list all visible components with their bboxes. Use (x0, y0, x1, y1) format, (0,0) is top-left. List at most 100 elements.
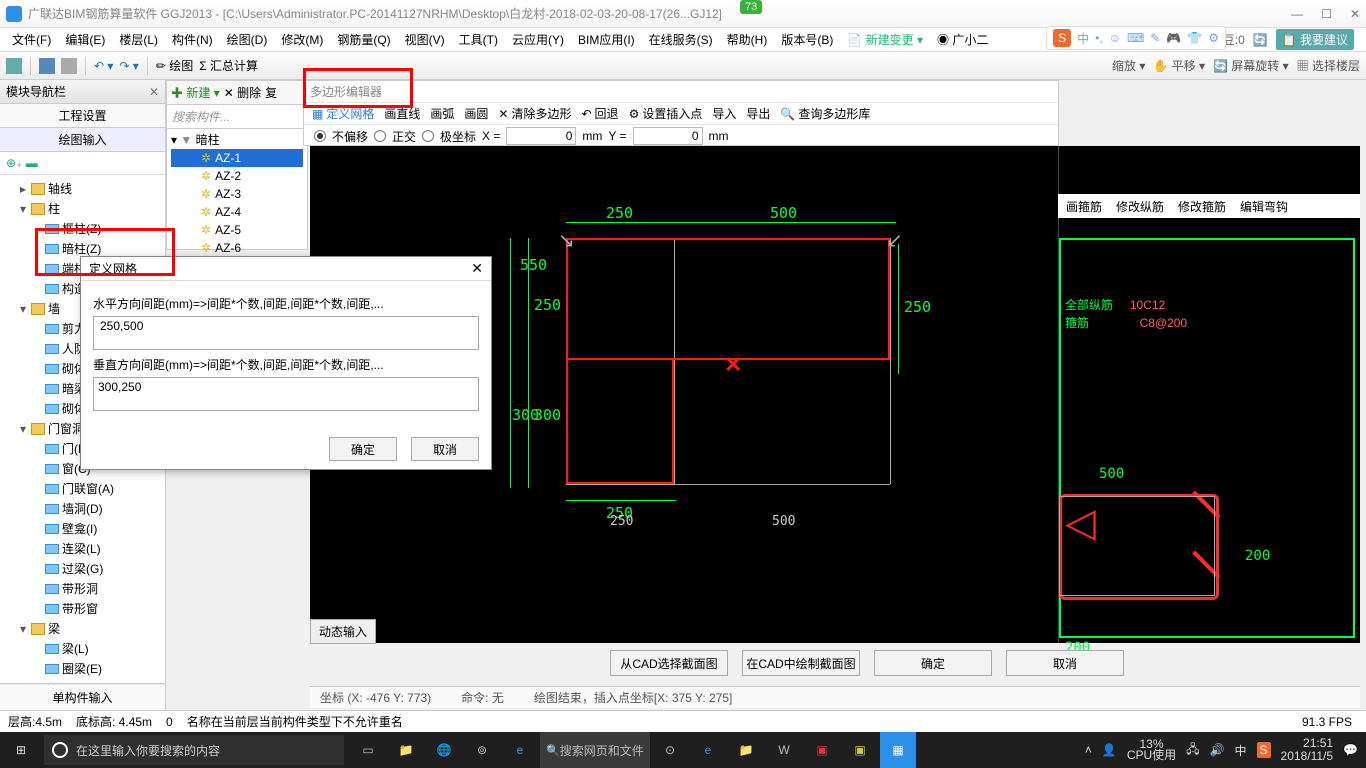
select-floor-button[interactable]: ▦ 选择楼层 (1297, 57, 1360, 74)
menu-version[interactable]: 版本号(B) (775, 29, 839, 50)
draw-circle-button[interactable]: 画圆 (464, 105, 488, 122)
comp-item[interactable]: ✲ AZ-6 (171, 239, 303, 257)
menu-modify[interactable]: 修改(M) (275, 29, 329, 50)
comp-new-button[interactable]: ✚ 新建 ▾ (171, 84, 220, 101)
section-preview[interactable]: 全部纵筋 10C12 箍筋 C8@200 500 200 200 ◁ (1058, 146, 1360, 643)
menu-comp[interactable]: 构件(N) (166, 29, 219, 50)
menu-floor[interactable]: 楼层(L) (113, 29, 164, 50)
suggest-button[interactable]: 📋 我要建议 (1276, 29, 1354, 50)
rotate-button[interactable]: 🔄 屏幕旋转 ▾ (1213, 57, 1289, 74)
menu-online[interactable]: 在线服务(S) (643, 29, 719, 50)
redo-button[interactable]: ↷ ▾ (119, 59, 138, 73)
app-8[interactable]: W (766, 732, 802, 768)
tray-people-icon[interactable]: 👤 (1102, 743, 1117, 757)
app-7[interactable]: 📁 (728, 732, 764, 768)
ok-button[interactable]: 确定 (874, 650, 992, 676)
set-insert-button[interactable]: ⚙ 设置插入点 (629, 105, 703, 122)
cpu-meter[interactable]: 13%CPU使用 (1127, 739, 1176, 761)
tree-item[interactable]: 框柱(Z) (4, 219, 161, 239)
comp-item[interactable]: ✲ AZ-2 (171, 167, 303, 185)
component-tree[interactable]: ▾ ▼ 暗柱✲ AZ-1✲ AZ-2✲ AZ-3✲ AZ-4✲ AZ-5✲ AZ… (167, 129, 307, 259)
tb-icon-save[interactable] (39, 58, 55, 74)
v-spacing-input[interactable]: 300,250 (93, 377, 479, 411)
x-input[interactable] (506, 127, 576, 145)
offset-radio-3[interactable] (422, 130, 434, 142)
menu-edit[interactable]: 编辑(E) (59, 29, 111, 50)
dialog-ok-button[interactable]: 确定 (329, 437, 397, 461)
ime-i0[interactable]: 中 (1077, 30, 1089, 47)
clear-poly-button[interactable]: ✕ 清除多边形 (498, 105, 571, 122)
new-change-button[interactable]: 📄 新建变更 ▾ (841, 29, 929, 50)
tree-item[interactable]: 墙洞(D) (4, 499, 161, 519)
rtab-3[interactable]: 修改箍筋 (1178, 198, 1226, 215)
ime-i7[interactable]: ⚙ (1208, 31, 1219, 45)
start-button[interactable]: ⊞ (0, 732, 42, 768)
undo-button[interactable]: ↶ ▾ (94, 59, 113, 73)
h-spacing-input[interactable]: 250,500 (93, 316, 479, 350)
tray-lang[interactable]: 中 (1235, 742, 1247, 759)
nav-close-icon[interactable]: ✕ (149, 85, 159, 99)
poly-tab[interactable]: 多边形编辑器 (310, 83, 382, 100)
comp-item[interactable]: ✲ AZ-4 (171, 203, 303, 221)
taskbar[interactable]: ⊞ 在这里输入你要搜索的内容 ▭ 📁 🌐 ⊚ e 🔍 搜索网页和文件 ⊙ e 📁… (0, 732, 1366, 768)
app-4[interactable]: e (502, 732, 538, 768)
zoom-button[interactable]: 缩放 ▾ (1112, 57, 1145, 74)
menu-cloud[interactable]: 云应用(Y) (506, 29, 570, 50)
define-grid-button[interactable]: ▦ 定义网格 (312, 105, 374, 122)
app-9[interactable]: ▣ (804, 732, 840, 768)
tree-item[interactable]: 带形窗 (4, 599, 161, 619)
app-1[interactable]: 📁 (388, 732, 424, 768)
ime-i3[interactable]: ⌨ (1127, 31, 1144, 45)
dialog-cancel-button[interactable]: 取消 (411, 437, 479, 461)
tb-icon-1[interactable] (6, 58, 22, 74)
tree-item[interactable]: 壁龛(I) (4, 519, 161, 539)
cad-draw-button[interactable]: 在CAD中绘制截面图 (742, 650, 860, 676)
offset-radio-1[interactable] (314, 130, 326, 142)
ime-i1[interactable]: •, (1095, 31, 1103, 45)
tray-up-icon[interactable]: ˄ (1085, 743, 1092, 757)
comp-search-input[interactable]: 搜索构件... (167, 105, 307, 129)
menu-draw[interactable]: 绘图(D) (221, 29, 274, 50)
ime-i5[interactable]: 🎮 (1166, 31, 1181, 45)
nav-tool-icon[interactable]: ⊕₊ (6, 156, 22, 170)
app-3[interactable]: ⊚ (464, 732, 500, 768)
ime-i4[interactable]: ✎ (1150, 31, 1160, 45)
tree-item[interactable]: ▾ 柱 (4, 199, 161, 219)
cad-select-button[interactable]: 从CAD选择截面图 (610, 650, 728, 676)
menu-file[interactable]: 文件(F) (6, 29, 57, 50)
tree-item[interactable]: 门联窗(A) (4, 479, 161, 499)
app-11[interactable]: ▦ (880, 732, 916, 768)
app-5[interactable]: ⊙ (652, 732, 688, 768)
nav-tab-1[interactable]: 工程设置 (0, 104, 165, 128)
sum-button[interactable]: Σ 汇总计算 (199, 57, 258, 74)
draw-arc-button[interactable]: 画弧 (430, 105, 454, 122)
comp-delete-button[interactable]: ✕ 删除 (224, 84, 261, 101)
close-button[interactable]: ✕ (1350, 7, 1360, 21)
tree-item[interactable]: 带形洞 (4, 579, 161, 599)
tree-item[interactable]: 连梁(L) (4, 539, 161, 559)
dynamic-input-button[interactable]: 动态输入 (310, 619, 376, 644)
draw-line-button[interactable]: 画直线 (384, 105, 420, 122)
tree-item[interactable]: 过梁(G) (4, 559, 161, 579)
offset-radio-2[interactable] (374, 130, 386, 142)
rtab-1[interactable]: 画箍筋 (1066, 198, 1102, 215)
menu-bim[interactable]: BIM应用(I) (572, 29, 641, 50)
draw-mode-button[interactable]: ✏ 绘图 (156, 57, 193, 74)
ime-i2[interactable]: ☺ (1109, 31, 1121, 45)
tb-icon-print[interactable] (61, 58, 77, 74)
app-10[interactable]: ▣ (842, 732, 878, 768)
tray-clock[interactable]: 21:512018/11/5 (1281, 737, 1334, 763)
maximize-button[interactable]: ☐ (1321, 7, 1332, 21)
cancel-button[interactable]: 取消 (1006, 650, 1124, 676)
tray-notif-icon[interactable]: 💬 (1343, 743, 1358, 757)
tree-item[interactable]: 梁(L) (4, 639, 161, 659)
nav-bottom-1[interactable]: 单构件输入 (0, 684, 165, 710)
rtab-2[interactable]: 修改纵筋 (1116, 198, 1164, 215)
rtab-4[interactable]: 编辑弯钩 (1240, 198, 1288, 215)
ime-i6[interactable]: 👕 (1187, 31, 1202, 45)
tray-vol-icon[interactable]: 🔊 (1210, 743, 1225, 757)
tray-net-icon[interactable]: 🖧 (1186, 740, 1199, 761)
tree-item[interactable]: ▾ 梁 (4, 619, 161, 639)
pan-button[interactable]: ✋ 平移 ▾ (1153, 57, 1205, 74)
tree-item[interactable]: ▸ 轴线 (4, 179, 161, 199)
